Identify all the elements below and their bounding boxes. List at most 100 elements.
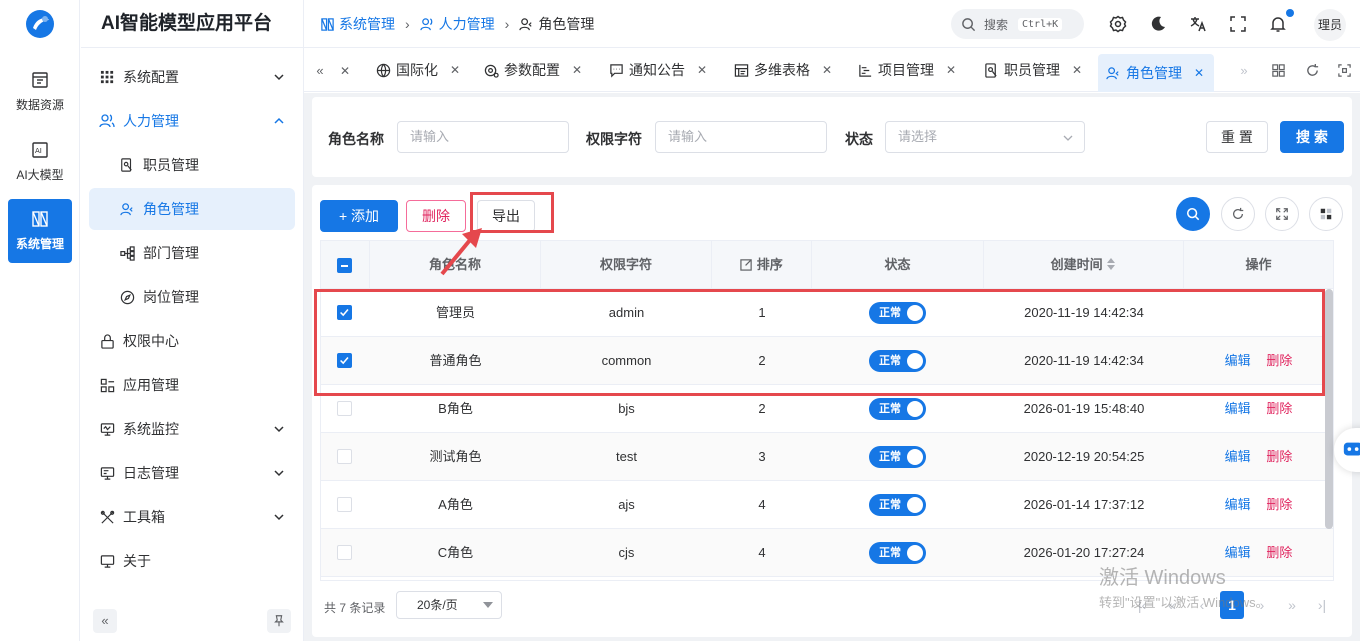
global-search[interactable]: 搜索 Ctrl+K xyxy=(951,9,1084,39)
close-icon[interactable]: ✕ xyxy=(946,63,956,77)
table-row[interactable]: A角色 ajs 4 正常 2026-01-14 17:37:12 编辑 删除 xyxy=(321,481,1333,529)
fullscreen-icon[interactable] xyxy=(1229,15,1247,33)
breadcrumb-item-role: 角色管理 xyxy=(519,14,594,34)
tab-multi-table[interactable]: 多维表格 ✕ xyxy=(726,54,840,86)
close-icon[interactable]: ✕ xyxy=(450,63,460,77)
menu-item-post-management[interactable]: 岗位管理 xyxy=(89,276,295,318)
menu-item-role-management[interactable]: 角色管理 xyxy=(89,188,295,230)
refresh-icon xyxy=(1306,63,1318,76)
close-icon[interactable]: ✕ xyxy=(572,63,582,77)
edit-link[interactable]: 编辑 xyxy=(1225,401,1251,416)
menu-item-log-management[interactable]: 日志管理 xyxy=(89,452,295,494)
tab-label: 职员管理 xyxy=(1004,62,1060,78)
rail-item-data-resources[interactable]: 数据资源 xyxy=(8,60,72,124)
pin-sidebar-button[interactable] xyxy=(267,609,291,633)
rail-item-ai-model[interactable]: AI AI大模型 xyxy=(8,130,72,194)
settings-gear-icon[interactable] xyxy=(1109,15,1127,33)
tab-project[interactable]: 项目管理 ✕ xyxy=(850,54,964,86)
table-row[interactable]: 测试角色 test 3 正常 2020-12-19 20:54:25 编辑 删除 xyxy=(321,433,1333,481)
users-icon xyxy=(99,113,115,129)
column-settings-button[interactable] xyxy=(1309,197,1343,231)
rail-item-system-management[interactable]: 系统管理 xyxy=(8,199,72,263)
search-button[interactable]: 搜 索 xyxy=(1280,121,1344,153)
tools-icon xyxy=(99,509,115,525)
id-card-icon xyxy=(119,157,135,173)
avatar[interactable]: 理员 xyxy=(1314,9,1346,41)
edit-link[interactable]: 编辑 xyxy=(1225,497,1251,512)
add-button[interactable]: + 添加 xyxy=(320,200,398,232)
tabs-refresh-button[interactable] xyxy=(1300,58,1324,82)
fullscreen-table-button[interactable] xyxy=(1265,197,1299,231)
cell-perm: cjs xyxy=(618,545,635,560)
refresh-button[interactable] xyxy=(1221,197,1255,231)
menu-item-label: 权限中心 xyxy=(123,333,179,349)
collapse-sidebar-button[interactable]: « xyxy=(93,609,117,633)
tab-role[interactable]: 角色管理 ✕ xyxy=(1098,54,1214,92)
menu-item-hr-management[interactable]: 人力管理 xyxy=(89,100,295,142)
delete-link[interactable]: 删除 xyxy=(1266,545,1292,560)
edit-link[interactable]: 编辑 xyxy=(1225,449,1251,464)
tabs-grid-button[interactable] xyxy=(1266,58,1290,82)
menu-item-department-management[interactable]: 部门管理 xyxy=(89,232,295,274)
tab-params[interactable]: 参数配置 ✕ xyxy=(476,54,590,86)
close-icon[interactable]: ✕ xyxy=(1072,63,1082,77)
perm-input[interactable]: 请输入 xyxy=(655,121,827,153)
select-all-checkbox[interactable] xyxy=(337,258,352,273)
header-created[interactable]: 创建时间 xyxy=(984,241,1184,289)
double-chevron-right-icon: » xyxy=(1240,62,1248,78)
status-switch[interactable]: 正常 xyxy=(869,398,926,420)
refresh-icon xyxy=(1233,207,1244,219)
status-switch[interactable]: 正常 xyxy=(869,542,926,564)
params-gear-icon xyxy=(484,64,499,78)
breadcrumb-label: 角色管理 xyxy=(538,16,595,32)
menu-item-about[interactable]: 关于 xyxy=(89,540,295,582)
row-checkbox[interactable] xyxy=(337,545,352,560)
notification-bell-icon[interactable] xyxy=(1269,15,1287,33)
tab-staff[interactable]: 职员管理 ✕ xyxy=(976,54,1090,86)
close-icon[interactable]: ✕ xyxy=(1194,66,1204,80)
menu-item-permission-center[interactable]: 权限中心 xyxy=(89,320,295,362)
close-icon[interactable]: ✕ xyxy=(822,63,832,77)
edit-icon xyxy=(740,259,752,271)
last-page-button[interactable]: ›| xyxy=(1310,591,1334,619)
sort-icon[interactable] xyxy=(1106,257,1116,271)
table-scrollbar[interactable] xyxy=(1325,289,1333,529)
page-size-select[interactable]: 20条/页 xyxy=(396,591,502,619)
menu-item-toolbox[interactable]: 工具箱 xyxy=(89,496,295,538)
row-checkbox[interactable] xyxy=(337,497,352,512)
chevron-down-icon xyxy=(1063,135,1073,141)
user-role-icon xyxy=(1106,66,1119,79)
status-switch[interactable]: 正常 xyxy=(869,494,926,516)
tab-i18n[interactable]: 国际化 ✕ xyxy=(368,54,468,86)
row-checkbox[interactable] xyxy=(337,449,352,464)
rail-item-label: AI大模型 xyxy=(16,168,64,182)
toggle-search-button[interactable] xyxy=(1176,197,1210,231)
role-name-input[interactable]: 请输入 xyxy=(397,121,569,153)
status-select[interactable]: 请选择 xyxy=(885,121,1085,153)
tabs-maximize-button[interactable] xyxy=(1332,58,1356,82)
delete-link[interactable]: 删除 xyxy=(1266,401,1292,416)
breadcrumb-item-system[interactable]: 系统管理 xyxy=(320,14,395,34)
reset-button[interactable]: 重 置 xyxy=(1206,121,1268,153)
status-switch[interactable]: 正常 xyxy=(869,446,926,468)
edit-link[interactable]: 编辑 xyxy=(1225,545,1251,560)
dark-mode-moon-icon[interactable] xyxy=(1149,15,1167,33)
menu-item-app-management[interactable]: 应用管理 xyxy=(89,364,295,406)
delete-link[interactable]: 删除 xyxy=(1266,497,1292,512)
tab-notice[interactable]: 通知公告 ✕ xyxy=(601,54,715,86)
menu-item-staff-management[interactable]: 职员管理 xyxy=(89,144,295,186)
menu-item-system-config[interactable]: 系统配置 xyxy=(89,56,295,98)
next-group-button[interactable]: » xyxy=(1280,591,1304,619)
close-icon[interactable]: ✕ xyxy=(340,64,350,78)
close-icon[interactable]: ✕ xyxy=(697,63,707,77)
menu-item-system-monitor[interactable]: 系统监控 xyxy=(89,408,295,450)
cell-role-name: C角色 xyxy=(437,545,474,560)
breadcrumb-item-hr[interactable]: 人力管理 xyxy=(420,14,495,34)
grid-icon xyxy=(99,69,115,85)
tabs-scroll-left-button[interactable]: « xyxy=(308,58,332,82)
breadcrumb-separator: › xyxy=(405,16,410,32)
translate-icon[interactable] xyxy=(1189,15,1207,33)
tabs-scroll-right-button[interactable]: » xyxy=(1232,58,1256,82)
row-checkbox[interactable] xyxy=(337,401,352,416)
delete-link[interactable]: 删除 xyxy=(1266,449,1292,464)
